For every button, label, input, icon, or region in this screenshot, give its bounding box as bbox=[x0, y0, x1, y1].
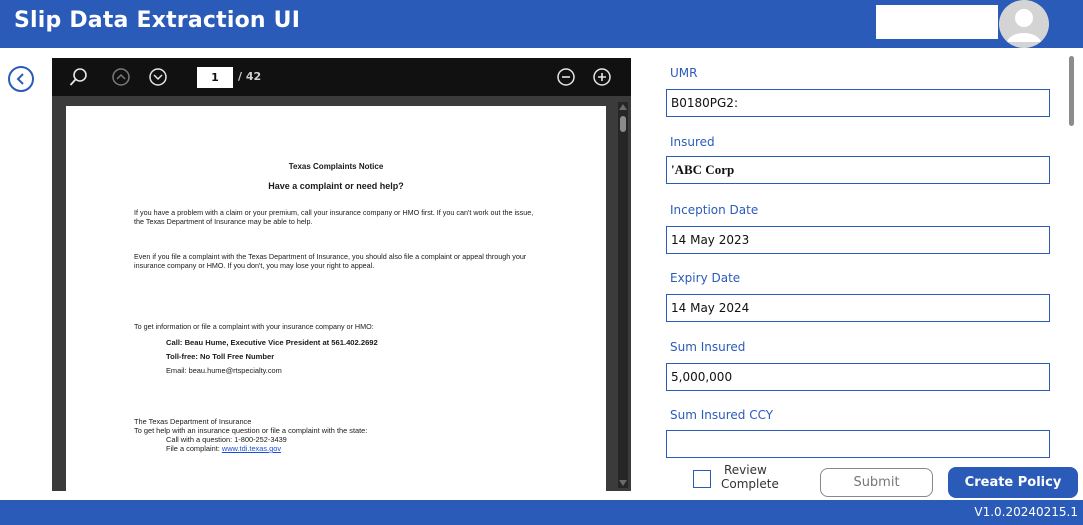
create-policy-button[interactable]: Create Policy bbox=[948, 467, 1078, 498]
chevron-left-icon bbox=[16, 73, 24, 85]
scroll-up-arrow-icon[interactable] bbox=[619, 104, 627, 110]
zoom-out-icon[interactable] bbox=[555, 66, 577, 88]
page-total: / 42 bbox=[238, 70, 262, 83]
document-paragraph: To get information or file a complaint w… bbox=[134, 322, 374, 331]
document-paragraph: If you have a problem with a claim or yo… bbox=[134, 208, 534, 226]
chevron-up-circle-icon[interactable] bbox=[110, 66, 132, 88]
viewer-scrollbar[interactable] bbox=[618, 102, 628, 488]
slip-data-form: UMR B0180PG2: Insured 'ABC Corp Inceptio… bbox=[666, 0, 1066, 490]
form-scrollbar[interactable] bbox=[1069, 56, 1074, 126]
page-number-input[interactable]: 1 bbox=[197, 67, 233, 88]
sum-insured-field[interactable]: 5,000,000 bbox=[666, 363, 1050, 391]
tdi-link[interactable]: www.tdi.texas.gov bbox=[222, 444, 281, 453]
insured-label: Insured bbox=[670, 135, 715, 149]
document-tdi-file: File a complaint: www.tdi.texas.gov bbox=[166, 444, 281, 453]
sum-insured-ccy-label: Sum Insured CCY bbox=[670, 408, 774, 422]
app-footer: V1.0.20240215.1 bbox=[0, 500, 1083, 525]
document-title: Texas Complaints Notice bbox=[288, 162, 384, 171]
submit-button[interactable]: Submit bbox=[820, 468, 933, 497]
sum-insured-ccy-field[interactable] bbox=[666, 430, 1050, 458]
review-complete-checkbox[interactable] bbox=[693, 470, 711, 488]
expiry-date-field[interactable]: 14 May 2024 bbox=[666, 294, 1050, 322]
document-tdi-call: Call with a question: 1-800-252-3439 bbox=[166, 435, 287, 444]
document-tdi-file-label: File a complaint: bbox=[166, 444, 220, 453]
insured-field[interactable]: 'ABC Corp bbox=[666, 156, 1050, 184]
document-tollfree-line: Toll-free: No Toll Free Number bbox=[166, 352, 275, 361]
zoom-in-icon[interactable] bbox=[591, 66, 613, 88]
document-tdi-line: To get help with an insurance question o… bbox=[134, 426, 368, 435]
review-complete-label: Review Complete bbox=[721, 463, 779, 491]
document-tdi-line: The Texas Department of Insurance bbox=[134, 417, 252, 426]
app-title: Slip Data Extraction UI bbox=[14, 8, 301, 33]
document-page: Texas Complaints Notice Have a complaint… bbox=[66, 106, 606, 496]
chevron-down-circle-icon[interactable] bbox=[147, 66, 169, 88]
umr-label: UMR bbox=[670, 66, 698, 80]
review-label-line2: Complete bbox=[721, 477, 779, 491]
document-call-line: Call: Beau Hume, Executive Vice Presiden… bbox=[166, 338, 378, 347]
document-paragraph: Even if you file a complaint with the Te… bbox=[134, 252, 527, 270]
search-icon[interactable] bbox=[68, 66, 90, 88]
document-subtitle: Have a complaint or need help? bbox=[268, 181, 404, 191]
umr-field[interactable]: B0180PG2: bbox=[666, 89, 1050, 117]
inception-date-label: Inception Date bbox=[670, 203, 759, 217]
inception-date-field[interactable]: 14 May 2023 bbox=[666, 226, 1050, 254]
scroll-down-arrow-icon[interactable] bbox=[619, 480, 627, 486]
sum-insured-label: Sum Insured bbox=[670, 340, 746, 354]
back-button[interactable] bbox=[8, 66, 34, 92]
document-email-line: Email: beau.hume@rtspecialty.com bbox=[166, 366, 282, 375]
review-label-line1: Review bbox=[724, 463, 767, 477]
scroll-thumb[interactable] bbox=[620, 116, 626, 132]
version-label: V1.0.20240215.1 bbox=[974, 505, 1078, 519]
pdf-viewer: 1 / 42 Texas Complaints Notice Have a co… bbox=[52, 58, 631, 496]
viewer-toolbar: 1 / 42 bbox=[52, 58, 631, 96]
expiry-date-label: Expiry Date bbox=[670, 271, 741, 285]
